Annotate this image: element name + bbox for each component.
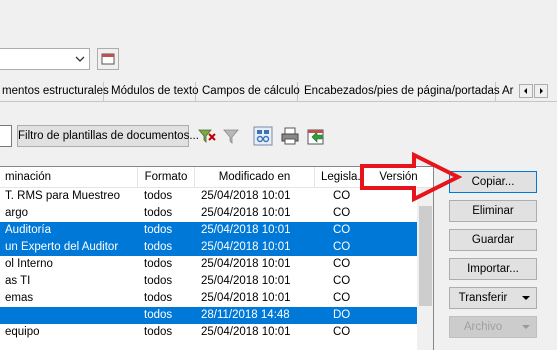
cell-format: todos (144, 275, 173, 287)
file-button-label: Archivo (463, 321, 503, 333)
cell-format: todos (144, 258, 173, 270)
dropdown-arrow-icon (522, 296, 530, 300)
cell-name: T. RMS para Muestreo (5, 190, 121, 202)
cell-modified: 25/04/2018 10:01 (201, 326, 291, 338)
table-row[interactable]: emas todos 25/04/2018 10:01 CO (0, 290, 417, 307)
filter-active-button[interactable] (196, 125, 218, 147)
import-button[interactable]: Importar... (449, 258, 537, 280)
cell-modified: 25/04/2018 10:01 (201, 292, 291, 304)
table-row[interactable]: Auditoría todos 25/04/2018 10:01 CO (0, 222, 417, 239)
cell-modified: 25/04/2018 10:01 (201, 275, 291, 287)
column-header-name[interactable]: minación (0, 167, 138, 188)
cell-legislation: CO (333, 224, 351, 236)
cell-format: todos (144, 309, 173, 321)
tab-encabezados[interactable]: Encabezados/pies de página/portadas (302, 82, 500, 102)
network-button[interactable] (252, 125, 274, 147)
cell-modified: 28/11/2018 14:48 (201, 309, 290, 321)
cell-format: todos (144, 292, 173, 304)
table-row[interactable]: as TI todos 25/04/2018 10:01 CO (0, 273, 417, 290)
cell-legislation: CO (333, 258, 351, 270)
cell-format: todos (144, 190, 173, 202)
cell-name: equipo (5, 326, 40, 338)
cell-name: Auditoría (5, 224, 52, 236)
cell-legislation: CO (333, 275, 351, 287)
chevron-down-icon (75, 56, 85, 62)
table-row[interactable]: un Experto del Auditor todos 25/04/2018 10… (0, 239, 417, 256)
document-template-filter-button[interactable]: Filtro de plantillas de documentos... (17, 125, 199, 147)
filter-icon (223, 129, 239, 144)
cell-legislation: CO (333, 292, 351, 304)
column-header-format[interactable]: Formato (138, 167, 195, 188)
cell-format: todos (144, 224, 173, 236)
tab-divider (0, 101, 557, 102)
scrollbar-thumb[interactable] (419, 206, 432, 306)
tab-elementos-estructurales[interactable]: mentos estructurales (0, 82, 109, 102)
export-icon (307, 129, 324, 145)
filter-text-field[interactable] (0, 125, 12, 147)
template-browse-icon (101, 53, 115, 65)
print-button[interactable] (279, 125, 301, 147)
cell-modified: 25/04/2018 10:01 (201, 190, 291, 202)
cell-format: todos (144, 326, 173, 338)
table-row[interactable]: argo todos 25/04/2018 10:01 CO (0, 205, 417, 222)
cell-modified: 25/04/2018 10:01 (201, 241, 291, 253)
cell-modified: 25/04/2018 10:01 (201, 224, 291, 236)
cell-legislation: CO (333, 241, 351, 253)
filter-active-icon (198, 129, 216, 143)
cell-legislation: CO (333, 207, 351, 219)
table-row[interactable]: equipo todos 25/04/2018 10:01 CO (0, 324, 417, 341)
cell-name: argo (5, 207, 29, 219)
transfer-button[interactable]: Transferir (449, 287, 537, 309)
copy-button[interactable]: Copiar... (449, 171, 537, 193)
delete-button[interactable]: Eliminar (449, 200, 537, 222)
tab-scroll-right-button[interactable] (534, 84, 548, 98)
list-vertical-scrollbar[interactable] (417, 188, 433, 350)
scroll-left-icon (524, 88, 527, 94)
filter-button[interactable] (220, 125, 242, 147)
cell-modified: 25/04/2018 10:01 (201, 207, 291, 219)
network-icon (253, 126, 273, 146)
column-header-modified[interactable]: Modificado en (195, 167, 315, 188)
file-button[interactable]: Archivo (449, 316, 537, 338)
cell-legislation: CO (333, 326, 351, 338)
cell-legislation: CO (333, 190, 351, 202)
template-set-combo[interactable] (0, 48, 90, 70)
red-arrow-annotation (360, 152, 462, 203)
tab-campos-de-calculo[interactable]: Campos de cálculo (200, 82, 300, 102)
tab-archivo-partial[interactable]: Ar (500, 82, 520, 102)
cell-name: emas (5, 292, 34, 304)
table-row[interactable]: ol Interno todos 25/04/2018 10:01 CO (0, 256, 417, 273)
table-row[interactable]: todos 28/11/2018 14:48 DO (0, 307, 417, 324)
cell-name: ol Interno (5, 258, 53, 270)
cell-format: todos (144, 207, 173, 219)
cell-name: as TI (5, 275, 31, 287)
template-browse-button[interactable] (97, 48, 119, 70)
cell-format: todos (144, 241, 173, 253)
table-row[interactable]: T. RMS para Muestreo todos 25/04/2018 10:0… (0, 188, 417, 205)
tab-scroll-left-button[interactable] (519, 84, 533, 98)
column-header-legislation[interactable]: Legisla... (315, 167, 367, 188)
cell-name: un Experto del Auditor (5, 241, 119, 253)
export-button[interactable] (305, 125, 327, 147)
save-button[interactable]: Guardar (449, 229, 537, 251)
cell-modified: 25/04/2018 10:01 (201, 258, 291, 270)
scroll-right-icon (540, 88, 543, 94)
tab-modulos-de-texto[interactable]: Módulos de texto (109, 82, 199, 102)
cell-legislation: DO (333, 309, 351, 321)
transfer-button-label: Transferir (458, 292, 508, 304)
print-icon (281, 127, 299, 145)
dropdown-arrow-icon (522, 325, 530, 329)
